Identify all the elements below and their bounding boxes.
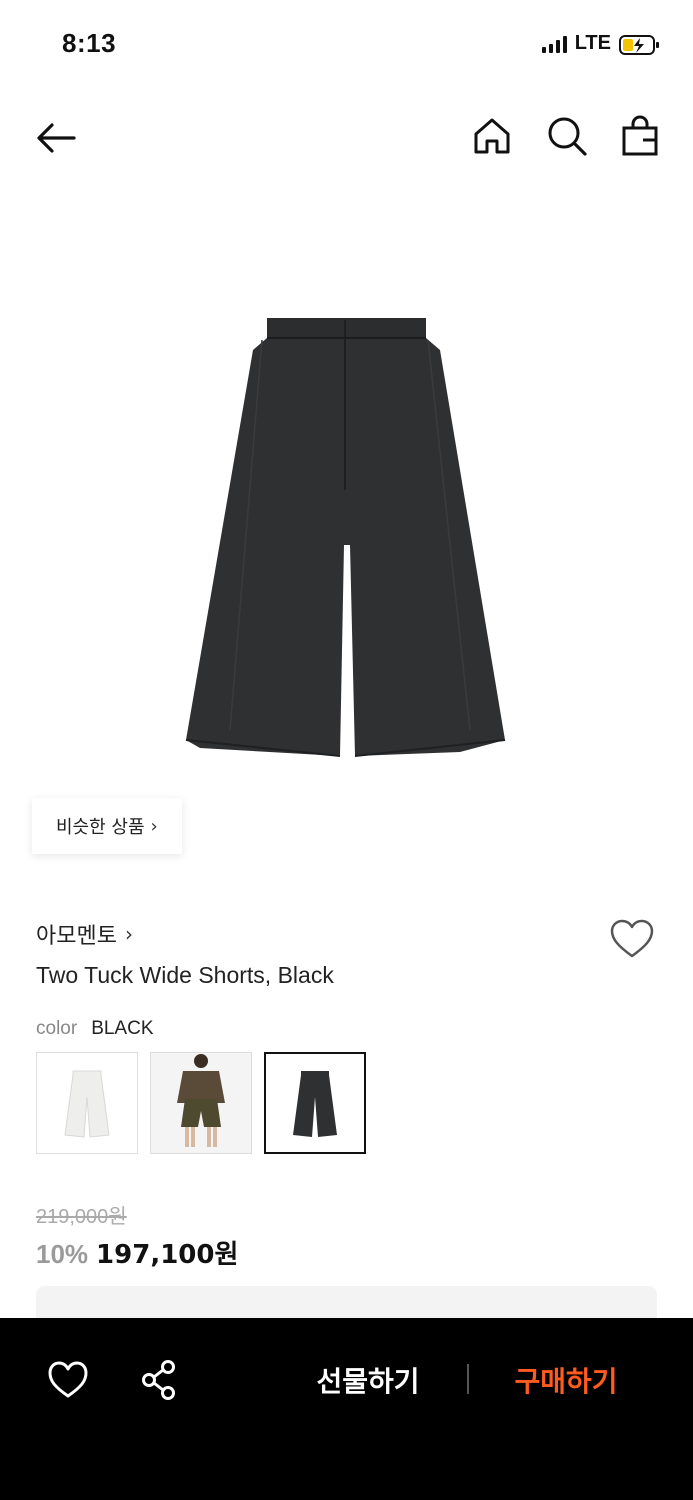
discount-rate: 10% (36, 1239, 89, 1269)
shopping-bag-icon[interactable] (618, 114, 662, 158)
share-icon[interactable] (138, 1358, 182, 1402)
back-arrow-icon[interactable] (32, 114, 80, 162)
price-row: 10% 197,100원 (36, 1234, 238, 1271)
color-label: color (36, 1018, 78, 1039)
sale-price: 197,100원 (96, 1240, 239, 1270)
bottom-action-bar: 선물하기 구매하기 (0, 1318, 693, 1500)
similar-items-label: 비슷한 상품 (56, 817, 145, 838)
swatch-black-shorts[interactable] (264, 1052, 366, 1154)
button-divider (467, 1364, 469, 1394)
color-selector-row: color BLACK (36, 1018, 154, 1040)
network-label: LTE (574, 32, 611, 54)
chevron-right-icon: › (150, 815, 158, 837)
status-time: 8:13 (62, 28, 117, 58)
color-swatches (36, 1052, 366, 1154)
original-price: 219,000원 (36, 1206, 127, 1228)
search-icon[interactable] (545, 114, 589, 158)
buy-button[interactable]: 구매하기 (498, 1358, 634, 1402)
battery-icon (619, 34, 659, 55)
product-title: Two Tuck Wide Shorts, Black (36, 962, 334, 988)
brand-link[interactable]: 아모멘토 › (36, 918, 133, 950)
heart-icon[interactable] (46, 1360, 90, 1400)
status-indicators: LTE (541, 32, 659, 55)
color-value: BLACK (91, 1018, 154, 1039)
gift-button[interactable]: 선물하기 (300, 1358, 436, 1402)
top-navigation (0, 100, 693, 176)
signal-icon (541, 35, 567, 53)
product-image[interactable] (0, 190, 693, 870)
brand-name: 아모멘토 (36, 924, 117, 949)
swatch-khaki-shorts-model[interactable] (150, 1052, 252, 1154)
home-icon[interactable] (470, 114, 514, 158)
chevron-right-icon: › (124, 922, 133, 946)
status-bar: 8:13 LTE (0, 0, 693, 90)
swatch-white-shorts[interactable] (36, 1052, 138, 1154)
heart-icon[interactable] (608, 916, 656, 964)
similar-items-button[interactable]: 비슷한 상품 › (32, 798, 182, 854)
